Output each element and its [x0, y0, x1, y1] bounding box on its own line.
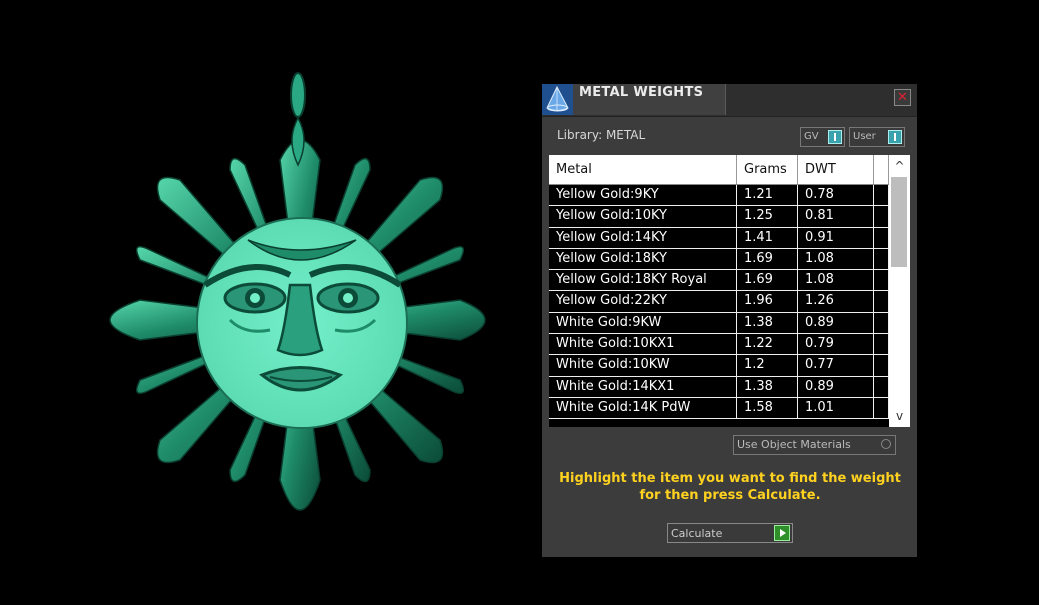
play-icon	[774, 525, 790, 541]
table-row[interactable]: Yellow Gold:22KY 1.96 1.26	[549, 291, 889, 313]
cell-grams: 1.96	[737, 291, 798, 312]
cell-grams: 1.58	[737, 397, 798, 419]
table-row[interactable]: White Gold:14KX1 1.38 0.89	[549, 376, 889, 398]
scroll-thumb[interactable]	[891, 177, 907, 267]
gv-toggle-label: GV	[804, 131, 819, 142]
instruction-text: Highlight the item you want to find the …	[559, 471, 901, 503]
cell-grams: 1.69	[737, 248, 798, 270]
table-body: Yellow Gold:9KY 1.21 0.78 Yellow Gold:10KY…	[549, 185, 889, 420]
column-header-grams[interactable]: Grams	[737, 155, 798, 184]
table-header: Metal Grams DWT	[549, 155, 889, 185]
panel-title: METAL WEIGHTS	[579, 85, 704, 100]
cell-dwt: 0.91	[798, 227, 874, 248]
cell-metal: Yellow Gold:18KY	[549, 248, 737, 270]
table-row[interactable]: White Gold:9KW 1.38 0.89	[549, 312, 889, 335]
calculate-label: Calculate	[671, 527, 723, 540]
cell-spacer	[874, 227, 889, 248]
cell-grams: 1.41	[737, 227, 798, 248]
column-header-spacer	[874, 155, 889, 184]
close-icon: ✕	[897, 90, 908, 105]
cell-dwt: 1.01	[798, 397, 874, 419]
use-object-materials-label: Use Object Materials	[737, 438, 851, 451]
table-row[interactable]: White Gold:10KX1 1.22 0.79	[549, 334, 889, 356]
column-header-metal[interactable]: Metal	[549, 155, 737, 184]
user-toggle-label: User	[853, 131, 876, 142]
cell-metal: White Gold:14K PdW	[549, 397, 737, 419]
cell-dwt: 0.89	[798, 376, 874, 397]
cell-metal: White Gold:10KW	[549, 355, 737, 376]
cell-metal: Yellow Gold:22KY	[549, 291, 737, 312]
panel-titlebar[interactable]: METAL WEIGHTS ✕	[542, 84, 917, 117]
scroll-up-icon[interactable]: ^	[889, 157, 910, 175]
cell-grams: 1.21	[737, 185, 798, 206]
cell-spacer	[874, 334, 889, 355]
3d-viewport[interactable]	[0, 0, 540, 601]
cell-spacer	[874, 355, 889, 376]
cell-dwt: 0.77	[798, 355, 874, 376]
cell-metal: Yellow Gold:14KY	[549, 227, 737, 248]
cell-spacer	[874, 185, 889, 206]
cell-dwt: 0.79	[798, 334, 874, 355]
toggle-switch-icon	[828, 130, 842, 144]
library-label: Library: METAL	[557, 128, 646, 142]
cell-metal: White Gold:10KX1	[549, 334, 737, 355]
cell-spacer	[874, 248, 889, 270]
toggle-switch-icon	[888, 130, 902, 144]
table-row[interactable]: Yellow Gold:10KY 1.25 0.81	[549, 206, 889, 228]
table-scrollbar[interactable]: ^ v	[889, 155, 910, 427]
cell-grams: 1.2	[737, 355, 798, 376]
column-header-dwt[interactable]: DWT	[798, 155, 874, 184]
cone-app-icon	[542, 84, 573, 115]
metal-weights-panel: METAL WEIGHTS ✕ Library: METAL GV User M…	[542, 84, 917, 557]
cell-grams: 1.25	[737, 206, 798, 227]
cell-dwt: 0.78	[798, 185, 874, 206]
cell-dwt: 0.89	[798, 312, 874, 334]
cell-dwt: 1.08	[798, 248, 874, 270]
cell-metal: Yellow Gold:9KY	[549, 185, 737, 206]
sun-pendant-model	[109, 72, 486, 511]
cell-metal: White Gold:14KX1	[549, 376, 737, 397]
cell-metal: Yellow Gold:18KY Royal	[549, 270, 737, 291]
use-object-materials-toggle[interactable]: Use Object Materials	[733, 435, 896, 455]
table-row[interactable]: Yellow Gold:14KY 1.41 0.91	[549, 227, 889, 249]
table-row[interactable]: White Gold:14K PdW 1.58 1.01	[549, 397, 889, 420]
cell-grams: 1.38	[737, 312, 798, 334]
cell-spacer	[874, 312, 889, 334]
table-row[interactable]: Yellow Gold:18KY Royal 1.69 1.08	[549, 270, 889, 292]
close-button[interactable]: ✕	[894, 89, 911, 106]
cell-grams: 1.38	[737, 376, 798, 397]
cell-spacer	[874, 206, 889, 227]
table-row[interactable]: Yellow Gold:18KY 1.69 1.08	[549, 248, 889, 271]
cell-grams: 1.69	[737, 270, 798, 291]
cell-spacer	[874, 376, 889, 397]
cell-metal: Yellow Gold:10KY	[549, 206, 737, 227]
cell-grams: 1.22	[737, 334, 798, 355]
gv-toggle[interactable]: GV	[800, 127, 845, 147]
calculate-button[interactable]: Calculate	[667, 523, 793, 543]
table-row[interactable]: White Gold:10KW 1.2 0.77	[549, 355, 889, 377]
cell-dwt: 1.26	[798, 291, 874, 312]
table-row[interactable]: Yellow Gold:9KY 1.21 0.78	[549, 185, 889, 207]
cell-spacer	[874, 291, 889, 312]
radio-icon	[881, 439, 891, 449]
metal-table: Metal Grams DWT Yellow Gold:9KY 1.21 0.78 …	[549, 155, 910, 427]
user-toggle[interactable]: User	[849, 127, 905, 147]
scroll-down-icon[interactable]: v	[889, 407, 910, 425]
cell-spacer	[874, 270, 889, 291]
cell-dwt: 1.08	[798, 270, 874, 291]
cell-metal: White Gold:9KW	[549, 312, 737, 334]
cell-dwt: 0.81	[798, 206, 874, 227]
cell-spacer	[874, 397, 889, 419]
